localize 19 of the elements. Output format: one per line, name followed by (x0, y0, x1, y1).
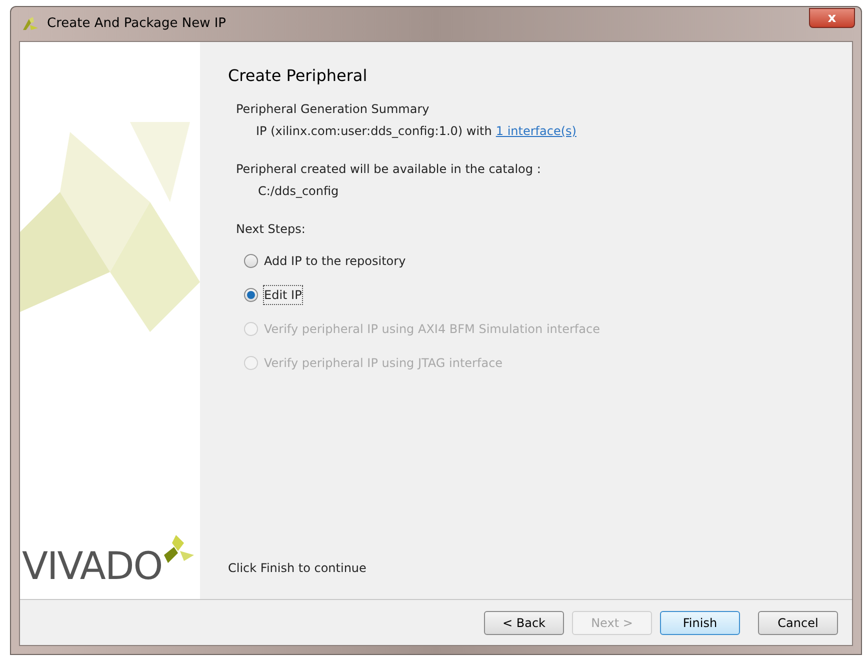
footer-text: Click Finish to continue (228, 560, 368, 577)
summary-title: Peripheral Generation Summary (236, 101, 430, 118)
window-title: Create And Package New IP (47, 15, 226, 34)
dialog-button[interactable]: < Back (484, 610, 564, 634)
dialog-button[interactable]: Finish (660, 610, 740, 634)
page-heading: Create Peripheral (228, 65, 368, 87)
vivado-logo-text: VIVADO (22, 547, 162, 585)
interfaces-link[interactable]: 1 interface(s) (496, 122, 576, 140)
radio-option[interactable]: Edit IP (244, 278, 852, 312)
dialog-button[interactable]: Cancel (758, 610, 838, 634)
radio-option[interactable]: Add IP to the repository (244, 244, 852, 278)
next-steps-label: Next Steps: (236, 221, 306, 238)
radio-button[interactable] (244, 288, 258, 302)
summary-text: IP (xilinx.com:user:dds_config:1.0) with (256, 123, 492, 140)
app-logo-icon (21, 16, 39, 32)
radio-button[interactable] (244, 254, 258, 268)
close-button[interactable]: x (809, 8, 855, 28)
catalog-text: Peripheral created will be available in the catalog : (236, 161, 542, 178)
catalog-path: C:/dds_config (258, 183, 340, 200)
